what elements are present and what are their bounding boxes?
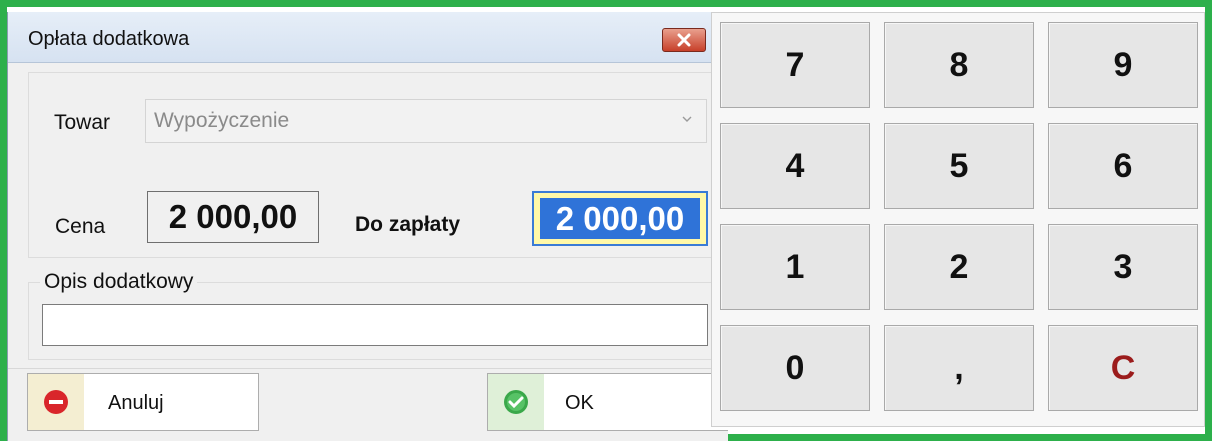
no-entry-icon xyxy=(44,390,68,414)
towar-label: Towar xyxy=(54,111,111,134)
key-6[interactable]: 6 xyxy=(1048,123,1198,209)
do-zaplaty-field[interactable]: 2 000,00 xyxy=(532,191,708,246)
do-zaplaty-value: 2 000,00 xyxy=(540,198,700,239)
cancel-label: Anuluj xyxy=(108,392,164,414)
opis-input[interactable] xyxy=(42,304,708,346)
ok-label: OK xyxy=(565,392,594,414)
key-clear[interactable]: C xyxy=(1048,325,1198,411)
cena-value: 2 000,00 xyxy=(147,191,319,243)
key-7[interactable]: 7 xyxy=(720,22,870,108)
numeric-keypad: 7 8 9 4 5 6 1 2 3 0 , C xyxy=(711,12,1205,427)
extra-charge-dialog: Opłata dodatkowa Towar Wypożyczenie Cena… xyxy=(7,12,728,441)
key-1[interactable]: 1 xyxy=(720,224,870,310)
close-icon xyxy=(677,33,691,47)
ok-icon-cell xyxy=(488,374,544,430)
key-5[interactable]: 5 xyxy=(884,123,1034,209)
button-separator xyxy=(8,368,728,369)
opis-label: Opis dodatkowy xyxy=(40,270,198,294)
title-bar: Opłata dodatkowa xyxy=(8,12,728,63)
check-circle-icon xyxy=(504,390,528,414)
towar-select[interactable]: Wypożyczenie xyxy=(145,99,707,143)
chevron-down-icon xyxy=(682,116,692,122)
cancel-button[interactable]: Anuluj xyxy=(27,373,259,431)
key-3[interactable]: 3 xyxy=(1048,224,1198,310)
key-comma[interactable]: , xyxy=(884,325,1034,411)
key-4[interactable]: 4 xyxy=(720,123,870,209)
cena-label: Cena xyxy=(55,215,106,238)
key-9[interactable]: 9 xyxy=(1048,22,1198,108)
cancel-icon-cell xyxy=(28,374,84,430)
dialog-title: Opłata dodatkowa xyxy=(28,28,190,50)
close-button[interactable] xyxy=(662,28,706,52)
ok-button[interactable]: OK xyxy=(487,373,728,431)
do-zaplaty-label: Do zapłaty xyxy=(355,213,461,236)
key-0[interactable]: 0 xyxy=(720,325,870,411)
key-2[interactable]: 2 xyxy=(884,224,1034,310)
towar-selected-value: Wypożyczenie xyxy=(154,109,290,132)
key-8[interactable]: 8 xyxy=(884,22,1034,108)
